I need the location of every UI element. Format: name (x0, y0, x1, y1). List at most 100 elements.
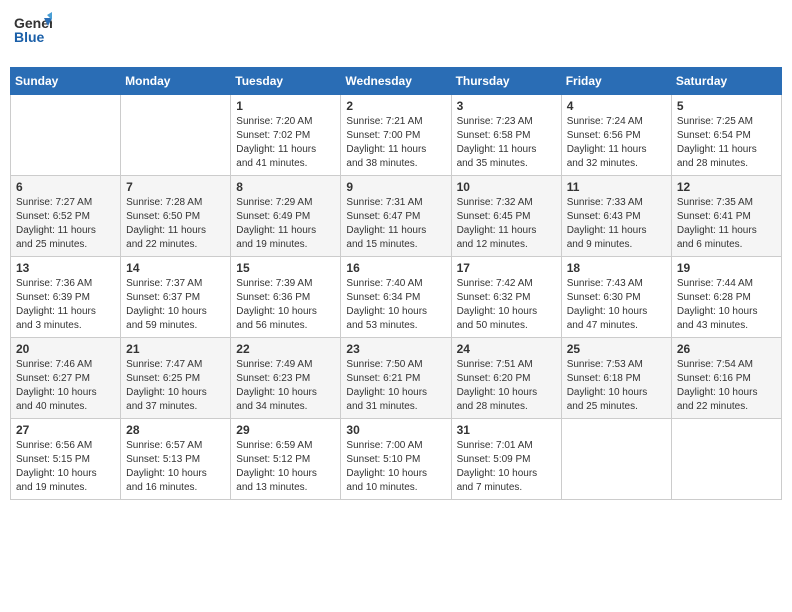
day-info: Sunrise: 7:24 AM Sunset: 6:56 PM Dayligh… (567, 115, 666, 171)
day-info: Sunrise: 7:25 AM Sunset: 6:54 PM Dayligh… (677, 115, 776, 171)
calendar-header-wednesday: Wednesday (341, 68, 451, 95)
day-number: 11 (567, 180, 666, 194)
calendar-cell: 19 Sunrise: 7:44 AM Sunset: 6:28 PM Dayli… (671, 257, 781, 338)
day-number: 4 (567, 99, 666, 113)
day-number: 29 (236, 423, 335, 437)
day-number: 5 (677, 99, 776, 113)
day-info: Sunrise: 7:01 AM Sunset: 5:09 PM Dayligh… (457, 439, 556, 495)
day-number: 10 (457, 180, 556, 194)
day-number: 19 (677, 261, 776, 275)
day-info: Sunrise: 7:21 AM Sunset: 7:00 PM Dayligh… (346, 115, 445, 171)
day-info: Sunrise: 7:53 AM Sunset: 6:18 PM Dayligh… (567, 358, 666, 414)
day-info: Sunrise: 7:42 AM Sunset: 6:32 PM Dayligh… (457, 277, 556, 333)
calendar-cell: 9 Sunrise: 7:31 AM Sunset: 6:47 PM Daylig… (341, 176, 451, 257)
calendar-cell (11, 95, 121, 176)
calendar-cell: 16 Sunrise: 7:40 AM Sunset: 6:34 PM Dayli… (341, 257, 451, 338)
calendar-header-row: SundayMondayTuesdayWednesdayThursdayFrid… (11, 68, 782, 95)
day-info: Sunrise: 7:40 AM Sunset: 6:34 PM Dayligh… (346, 277, 445, 333)
day-number: 12 (677, 180, 776, 194)
calendar-cell: 11 Sunrise: 7:33 AM Sunset: 6:43 PM Dayli… (561, 176, 671, 257)
day-info: Sunrise: 7:35 AM Sunset: 6:41 PM Dayligh… (677, 196, 776, 252)
calendar-header-sunday: Sunday (11, 68, 121, 95)
calendar-cell: 25 Sunrise: 7:53 AM Sunset: 6:18 PM Dayli… (561, 338, 671, 419)
day-number: 18 (567, 261, 666, 275)
calendar-cell: 3Sunrise: 7:23 AM Sunset: 6:58 PM Daylig… (451, 95, 561, 176)
day-number: 26 (677, 342, 776, 356)
day-info: Sunrise: 7:33 AM Sunset: 6:43 PM Dayligh… (567, 196, 666, 252)
day-number: 6 (16, 180, 115, 194)
day-info: Sunrise: 7:39 AM Sunset: 6:36 PM Dayligh… (236, 277, 335, 333)
day-info: Sunrise: 7:37 AM Sunset: 6:37 PM Dayligh… (126, 277, 225, 333)
calendar-cell: 13Sunrise: 7:36 AM Sunset: 6:39 PM Dayli… (11, 257, 121, 338)
day-info: Sunrise: 7:46 AM Sunset: 6:27 PM Dayligh… (16, 358, 115, 414)
page-header: General Blue (10, 10, 782, 59)
calendar-cell: 6 Sunrise: 7:27 AM Sunset: 6:52 PM Daylig… (11, 176, 121, 257)
calendar-cell: 4 Sunrise: 7:24 AM Sunset: 6:56 PM Daylig… (561, 95, 671, 176)
calendar-cell: 31 Sunrise: 7:01 AM Sunset: 5:09 PM Dayli… (451, 419, 561, 500)
logo-icon: General Blue (14, 10, 52, 59)
calendar-cell: 10 Sunrise: 7:32 AM Sunset: 6:45 PM Dayli… (451, 176, 561, 257)
calendar-week-3: 13Sunrise: 7:36 AM Sunset: 6:39 PM Dayli… (11, 257, 782, 338)
calendar-cell: 1Sunrise: 7:20 AM Sunset: 7:02 PM Daylig… (231, 95, 341, 176)
day-number: 2 (346, 99, 445, 113)
day-info: Sunrise: 6:57 AM Sunset: 5:13 PM Dayligh… (126, 439, 225, 495)
day-number: 22 (236, 342, 335, 356)
day-number: 1 (236, 99, 335, 113)
day-number: 7 (126, 180, 225, 194)
day-info: Sunrise: 7:43 AM Sunset: 6:30 PM Dayligh… (567, 277, 666, 333)
day-info: Sunrise: 7:44 AM Sunset: 6:28 PM Dayligh… (677, 277, 776, 333)
calendar-header-monday: Monday (121, 68, 231, 95)
day-info: Sunrise: 7:32 AM Sunset: 6:45 PM Dayligh… (457, 196, 556, 252)
day-number: 31 (457, 423, 556, 437)
day-info: Sunrise: 7:28 AM Sunset: 6:50 PM Dayligh… (126, 196, 225, 252)
calendar-header-friday: Friday (561, 68, 671, 95)
day-info: Sunrise: 7:36 AM Sunset: 6:39 PM Dayligh… (16, 277, 115, 333)
calendar-cell: 29 Sunrise: 6:59 AM Sunset: 5:12 PM Dayli… (231, 419, 341, 500)
calendar-cell: 17 Sunrise: 7:42 AM Sunset: 6:32 PM Dayli… (451, 257, 561, 338)
calendar-cell: 14 Sunrise: 7:37 AM Sunset: 6:37 PM Dayli… (121, 257, 231, 338)
day-number: 9 (346, 180, 445, 194)
calendar-cell: 26 Sunrise: 7:54 AM Sunset: 6:16 PM Dayli… (671, 338, 781, 419)
calendar-cell: 23Sunrise: 7:50 AM Sunset: 6:21 PM Dayli… (341, 338, 451, 419)
calendar-cell: 22 Sunrise: 7:49 AM Sunset: 6:23 PM Dayli… (231, 338, 341, 419)
day-number: 30 (346, 423, 445, 437)
day-number: 16 (346, 261, 445, 275)
calendar-cell: 21Sunrise: 7:47 AM Sunset: 6:25 PM Dayli… (121, 338, 231, 419)
day-info: Sunrise: 7:29 AM Sunset: 6:49 PM Dayligh… (236, 196, 335, 252)
day-number: 24 (457, 342, 556, 356)
calendar-cell (671, 419, 781, 500)
logo: General Blue (14, 10, 52, 59)
day-number: 3 (457, 99, 556, 113)
calendar-cell: 24 Sunrise: 7:51 AM Sunset: 6:20 PM Dayli… (451, 338, 561, 419)
day-info: Sunrise: 7:00 AM Sunset: 5:10 PM Dayligh… (346, 439, 445, 495)
day-number: 28 (126, 423, 225, 437)
calendar-cell: 30 Sunrise: 7:00 AM Sunset: 5:10 PM Dayli… (341, 419, 451, 500)
calendar-week-1: 1Sunrise: 7:20 AM Sunset: 7:02 PM Daylig… (11, 95, 782, 176)
day-info: Sunrise: 7:27 AM Sunset: 6:52 PM Dayligh… (16, 196, 115, 252)
day-info: Sunrise: 7:51 AM Sunset: 6:20 PM Dayligh… (457, 358, 556, 414)
day-number: 23 (346, 342, 445, 356)
calendar-cell: 8Sunrise: 7:29 AM Sunset: 6:49 PM Daylig… (231, 176, 341, 257)
svg-text:Blue: Blue (14, 29, 45, 45)
day-number: 14 (126, 261, 225, 275)
calendar-cell (121, 95, 231, 176)
calendar-cell: 18 Sunrise: 7:43 AM Sunset: 6:30 PM Dayli… (561, 257, 671, 338)
calendar-week-2: 6 Sunrise: 7:27 AM Sunset: 6:52 PM Daylig… (11, 176, 782, 257)
day-number: 20 (16, 342, 115, 356)
day-number: 17 (457, 261, 556, 275)
calendar-header-thursday: Thursday (451, 68, 561, 95)
calendar-cell: 7 Sunrise: 7:28 AM Sunset: 6:50 PM Daylig… (121, 176, 231, 257)
day-info: Sunrise: 7:54 AM Sunset: 6:16 PM Dayligh… (677, 358, 776, 414)
calendar-header-saturday: Saturday (671, 68, 781, 95)
calendar-cell: 27Sunrise: 6:56 AM Sunset: 5:15 PM Dayli… (11, 419, 121, 500)
day-info: Sunrise: 6:59 AM Sunset: 5:12 PM Dayligh… (236, 439, 335, 495)
calendar-cell: 12 Sunrise: 7:35 AM Sunset: 6:41 PM Dayli… (671, 176, 781, 257)
calendar-week-5: 27Sunrise: 6:56 AM Sunset: 5:15 PM Dayli… (11, 419, 782, 500)
day-info: Sunrise: 7:49 AM Sunset: 6:23 PM Dayligh… (236, 358, 335, 414)
day-info: Sunrise: 7:31 AM Sunset: 6:47 PM Dayligh… (346, 196, 445, 252)
day-number: 15 (236, 261, 335, 275)
day-number: 25 (567, 342, 666, 356)
calendar-cell: 20 Sunrise: 7:46 AM Sunset: 6:27 PM Dayli… (11, 338, 121, 419)
calendar-header-tuesday: Tuesday (231, 68, 341, 95)
calendar-cell: 15 Sunrise: 7:39 AM Sunset: 6:36 PM Dayli… (231, 257, 341, 338)
